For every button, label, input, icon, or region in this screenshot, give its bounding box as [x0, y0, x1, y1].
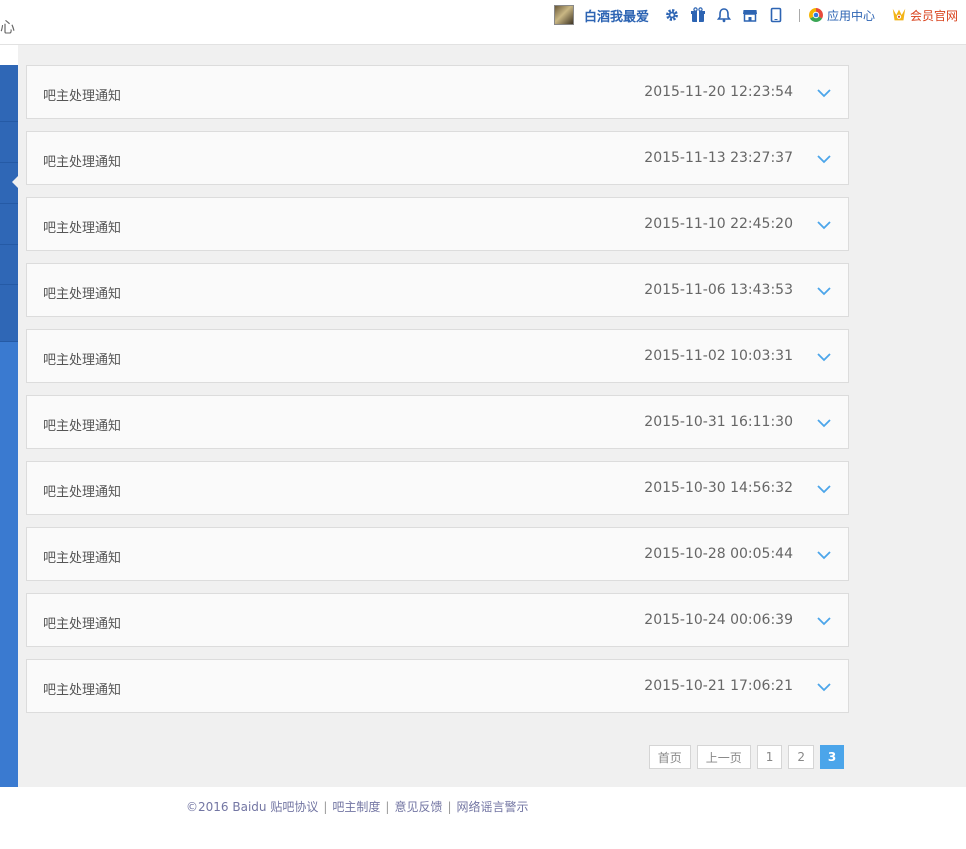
left-sidebar [0, 65, 19, 787]
vip-site-link[interactable]: 会员官网 [891, 7, 958, 24]
notice-time: 2015-11-13 23:27:37 [644, 150, 793, 166]
footer-link-rumor-warning[interactable]: 网络谣言警示 [457, 800, 529, 814]
page-2-button[interactable]: 2 [788, 745, 814, 769]
expand-chevron-icon[interactable] [816, 678, 832, 692]
app-center-label: 应用中心 [826, 8, 875, 23]
notice-time: 2015-10-28 00:05:44 [644, 546, 793, 562]
notice-title: 吧主处理通知 [43, 551, 122, 566]
notice-title: 吧主处理通知 [43, 155, 122, 170]
expand-chevron-icon[interactable] [816, 216, 832, 230]
expand-chevron-icon[interactable] [816, 84, 832, 98]
bell-icon[interactable] [716, 7, 732, 23]
current-page-button[interactable]: 3 [820, 745, 844, 769]
page-title: 心 [0, 18, 16, 36]
notice-item[interactable]: 吧主处理通知 2015-11-20 12:23:54 [26, 65, 849, 119]
notice-item[interactable]: 吧主处理通知 2015-11-06 13:43:53 [26, 263, 849, 317]
notice-item[interactable]: 吧主处理通知 2015-10-24 00:06:39 [26, 593, 849, 647]
expand-chevron-icon[interactable] [816, 348, 832, 362]
footer: ©2016 Baidu 贴吧协议 | 吧主制度 | 意见反馈 | 网络谣言警示 [186, 798, 529, 815]
notice-time: 2015-11-20 12:23:54 [644, 84, 793, 100]
sidebar-item[interactable] [0, 285, 18, 342]
notice-item[interactable]: 吧主处理通知 2015-11-02 10:03:31 [26, 329, 849, 383]
expand-chevron-icon[interactable] [816, 612, 832, 626]
avatar[interactable] [553, 5, 574, 25]
notice-time: 2015-10-24 00:06:39 [644, 612, 793, 628]
notice-time: 2015-10-30 14:56:32 [644, 480, 793, 496]
username-link[interactable]: 白酒我最爱 [584, 6, 649, 25]
notice-time: 2015-10-21 17:06:21 [644, 678, 793, 694]
notice-item[interactable]: 吧主处理通知 2015-10-28 00:05:44 [26, 527, 849, 581]
vip-site-label: 会员官网 [909, 8, 958, 23]
notice-time: 2015-10-31 16:11:30 [644, 414, 793, 430]
page-1-button[interactable]: 1 [756, 745, 783, 769]
notice-title: 吧主处理通知 [43, 287, 122, 302]
expand-chevron-icon[interactable] [816, 282, 832, 296]
notice-title: 吧主处理通知 [43, 617, 122, 632]
footer-divider: | [385, 800, 390, 814]
store-icon[interactable] [742, 7, 758, 23]
app-center-logo-icon [808, 7, 824, 23]
notice-title: 吧主处理通知 [43, 353, 122, 368]
notice-item[interactable]: 吧主处理通知 2015-11-13 23:27:37 [26, 131, 849, 185]
header-divider [798, 8, 800, 22]
footer-link-agreement[interactable]: 贴吧协议 [270, 800, 318, 814]
notice-time: 2015-11-06 13:43:53 [644, 282, 793, 298]
vip-logo-icon [891, 7, 907, 23]
top-header: 心 白酒我最爱 应用中心 会员官网 [0, 0, 966, 45]
sidebar-item[interactable] [0, 204, 18, 245]
notice-item[interactable]: 吧主处理通知 2015-10-31 16:11:30 [26, 395, 849, 449]
notice-time: 2015-11-10 22:45:20 [644, 216, 793, 232]
page-root: 心 白酒我最爱 应用中心 会员官网 吧主处理通知 2015-11-20 12:2… [0, 0, 966, 849]
user-bar: 白酒我最爱 应用中心 会员官网 [553, 3, 958, 27]
app-center-link[interactable]: 应用中心 [808, 7, 875, 24]
expand-chevron-icon[interactable] [816, 480, 832, 494]
footer-divider: | [447, 800, 452, 814]
main-content: 吧主处理通知 2015-11-20 12:23:54 吧主处理通知 2015-11-1… [18, 45, 966, 787]
footer-link-moderator-rules[interactable]: 吧主制度 [332, 800, 380, 814]
notice-item[interactable]: 吧主处理通知 2015-10-21 17:06:21 [26, 659, 849, 713]
pagination: 首页 上一页 1 2 3 [648, 745, 844, 769]
gift-icon[interactable] [690, 7, 706, 23]
notice-title: 吧主处理通知 [43, 683, 122, 698]
footer-link-feedback[interactable]: 意见反馈 [394, 800, 442, 814]
notice-title: 吧主处理通知 [43, 221, 122, 236]
expand-chevron-icon[interactable] [816, 150, 832, 164]
sidebar-item[interactable] [0, 122, 18, 163]
notice-item[interactable]: 吧主处理通知 2015-11-10 22:45:20 [26, 197, 849, 251]
prev-page-button[interactable]: 上一页 [696, 745, 751, 769]
expand-chevron-icon[interactable] [816, 546, 832, 560]
tablet-icon[interactable] [768, 7, 784, 23]
notice-item[interactable]: 吧主处理通知 2015-10-30 14:56:32 [26, 461, 849, 515]
sidebar-item[interactable] [0, 65, 18, 122]
notice-title: 吧主处理通知 [43, 89, 122, 104]
footer-copyright: ©2016 Baidu [186, 800, 267, 814]
first-page-button[interactable]: 首页 [648, 745, 691, 769]
expand-chevron-icon[interactable] [816, 414, 832, 428]
notice-title: 吧主处理通知 [43, 419, 122, 434]
footer-divider: | [323, 800, 328, 814]
settings-gear-icon[interactable] [664, 7, 680, 23]
sidebar-item[interactable] [0, 245, 18, 285]
notice-time: 2015-11-02 10:03:31 [644, 348, 793, 364]
notice-title: 吧主处理通知 [43, 485, 122, 500]
